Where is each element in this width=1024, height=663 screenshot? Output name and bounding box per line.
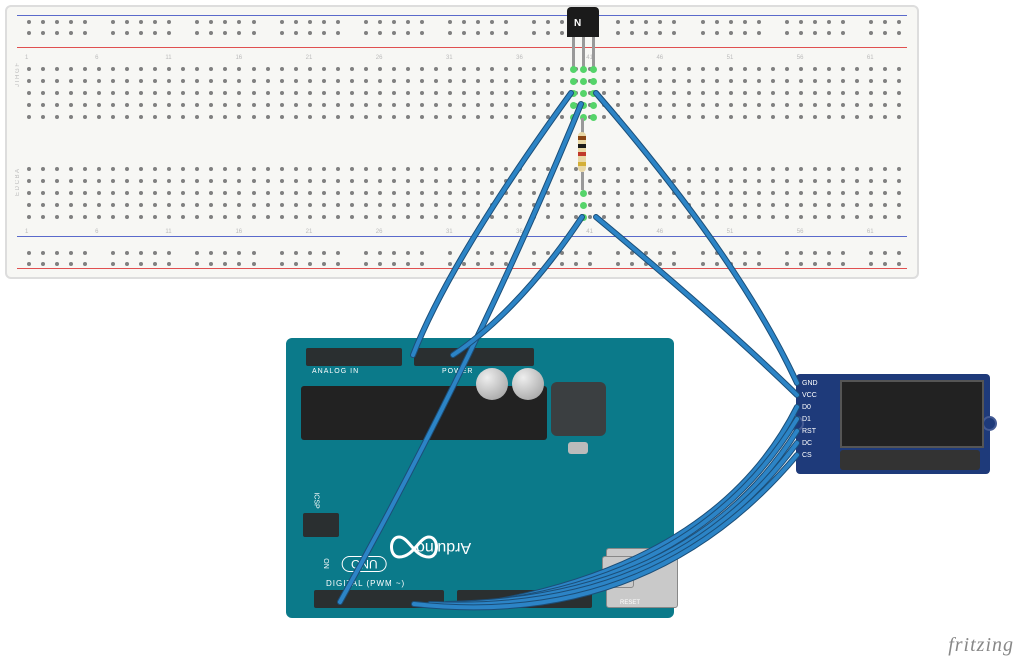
digital-label: DIGITAL (PWM ~) xyxy=(326,579,405,588)
band3 xyxy=(578,152,586,156)
row-labels-bottom: E D C B A xyxy=(15,169,21,196)
reset-button[interactable] xyxy=(602,556,634,588)
power-label: POWER xyxy=(442,368,473,375)
hl xyxy=(570,90,577,97)
hl xyxy=(570,102,577,109)
sensor-lead-2 xyxy=(582,37,585,67)
crystal xyxy=(568,442,588,454)
hl xyxy=(580,190,587,197)
hl xyxy=(580,202,587,209)
hl xyxy=(580,214,587,221)
cap2 xyxy=(512,368,544,400)
arduino-uno: ANALOG IN POWER DIGITAL (PWM ~) Arduino … xyxy=(286,338,674,618)
breadboard: 1166111116162121262631313636414146465151… xyxy=(5,5,919,279)
pin-gnd: GND xyxy=(802,380,818,387)
pullup-resistor xyxy=(578,132,586,172)
model-text: UNO xyxy=(342,556,387,572)
sensor-lead-1 xyxy=(572,37,575,67)
pin-dc: DC xyxy=(802,440,812,447)
analog-in-label: ANALOG IN xyxy=(312,368,359,375)
band4 xyxy=(578,162,586,166)
mount-hole xyxy=(982,416,997,431)
band1 xyxy=(578,136,586,140)
pin-d1: D1 xyxy=(802,416,811,423)
oled-module: GND VCC D0 D1 RST DC CS xyxy=(796,374,990,474)
reset-label: RESET xyxy=(620,600,640,606)
hl xyxy=(570,66,577,73)
hl xyxy=(570,78,577,85)
arduino-logo-icon xyxy=(384,532,444,562)
header-digital-b xyxy=(457,590,592,608)
pin-cs: CS xyxy=(802,452,812,459)
fritzing-watermark: fritzing xyxy=(948,634,1014,657)
atmega xyxy=(551,382,606,436)
pin-d0: D0 xyxy=(802,404,811,411)
oled-glass xyxy=(840,450,980,470)
hl xyxy=(590,90,597,97)
dc-jack xyxy=(301,386,547,440)
header-power xyxy=(414,348,534,366)
resistor-lead-top xyxy=(581,118,584,133)
band2 xyxy=(578,144,586,148)
row-labels-top: J I H G F xyxy=(15,63,21,87)
hl xyxy=(590,78,597,85)
temperature-sensor: N xyxy=(567,7,599,37)
on-label: ON xyxy=(322,558,329,569)
hl xyxy=(580,90,587,97)
hl xyxy=(570,114,577,121)
pin-vcc: VCC xyxy=(802,392,817,399)
hl xyxy=(580,102,587,109)
hl xyxy=(580,78,587,85)
resistor-lead-bot xyxy=(581,172,584,190)
sensor-marking: N xyxy=(574,18,581,29)
hl xyxy=(580,66,587,73)
pin-rst: RST xyxy=(802,428,816,435)
header-analog xyxy=(306,348,402,366)
cap1 xyxy=(476,368,508,400)
header-digital-a xyxy=(314,590,444,608)
icsp-label: ICSP xyxy=(313,492,320,508)
icsp-header xyxy=(303,513,339,537)
hl xyxy=(590,102,597,109)
sensor-lead-3 xyxy=(592,37,595,67)
oled-screen xyxy=(840,380,984,448)
hl xyxy=(590,114,597,121)
hl xyxy=(590,66,597,73)
